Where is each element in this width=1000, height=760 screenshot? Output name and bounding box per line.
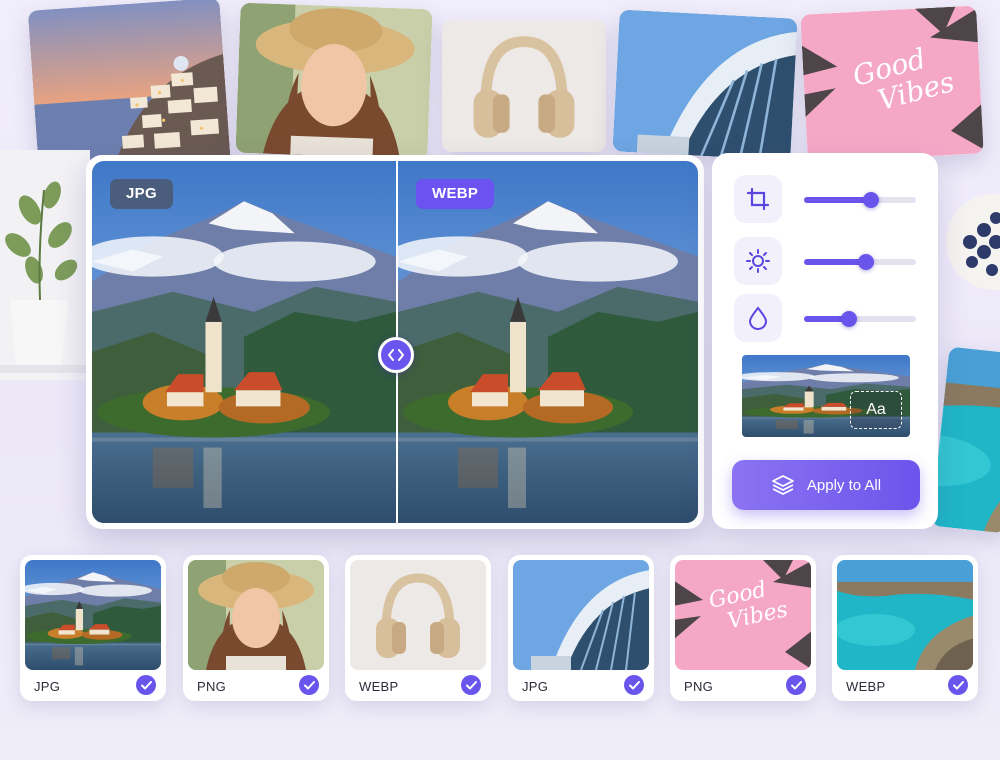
thumbnail-card[interactable]: WEBP [345, 555, 491, 701]
thumbnail-image-good-vibes: Good Vibes [675, 560, 811, 670]
after-image [398, 161, 698, 523]
thumbnail-format-label: JPG [522, 679, 549, 694]
bg-photo-good-vibes: Good Vibes [800, 5, 984, 163]
brightness-slider[interactable] [804, 254, 916, 270]
thumbnail-card[interactable]: WEBP [832, 555, 978, 701]
thumbnail-image-coast [837, 560, 973, 670]
right-format-badge: WEBP [416, 179, 495, 209]
apply-to-all-label: Apply to All [806, 476, 882, 494]
before-image [92, 161, 396, 523]
comparison-panel: JPG WEBP [86, 155, 704, 529]
checkmark-icon[interactable] [624, 675, 644, 695]
brightness-slider-knob[interactable] [857, 254, 874, 270]
thumbnail-format-label: PNG [684, 679, 714, 694]
checkmark-icon[interactable] [786, 675, 806, 695]
brightness-slider-fill [804, 259, 866, 265]
blueberries-bowl [944, 182, 1000, 302]
bg-photo-portrait [235, 2, 433, 160]
thumbnail-format-label: WEBP [359, 679, 399, 694]
thumbnail-card[interactable]: PNG [183, 555, 329, 701]
edit-settings-panel: Aa Apply to All [712, 153, 938, 529]
brightness-icon [745, 248, 771, 274]
checkmark-icon[interactable] [948, 675, 968, 695]
checkmark-icon[interactable] [136, 675, 156, 695]
crop-icon [746, 187, 770, 211]
thumbnail-image-portrait [188, 560, 324, 670]
crop-button[interactable] [734, 175, 782, 223]
thumbnail-card[interactable]: JPG [20, 555, 166, 701]
saturation-slider-knob[interactable] [840, 311, 857, 327]
text-overlay-preview: Aa [742, 355, 910, 437]
thumbnail-format-label: JPG [34, 679, 61, 694]
crop-slider-fill [804, 197, 872, 203]
code-brackets-icon [388, 349, 404, 361]
checkmark-icon[interactable] [461, 675, 481, 695]
thumbnail-format-label: PNG [197, 679, 227, 694]
bg-photo-coast [930, 346, 1000, 534]
comparison-slider-handle[interactable] [378, 337, 414, 373]
droplet-icon [747, 306, 769, 330]
thumbnail-format-label: WEBP [846, 679, 886, 694]
crop-slider[interactable] [804, 192, 916, 208]
brightness-button[interactable] [734, 237, 782, 285]
bg-photo-headphones [442, 20, 606, 152]
apply-to-all-button[interactable]: Apply to All [732, 460, 920, 510]
thumbnail-image-headphones [350, 560, 486, 670]
left-format-badge: JPG [110, 179, 173, 209]
thumbnail-card[interactable]: Good Vibes PNG [670, 555, 816, 701]
crop-slider-knob[interactable] [863, 192, 880, 208]
saturation-button[interactable] [734, 294, 782, 342]
text-overlay-box[interactable]: Aa [850, 391, 902, 429]
checkmark-icon[interactable] [299, 675, 319, 695]
layers-icon [771, 474, 795, 496]
thumbnail-image-lake-church [25, 560, 161, 670]
thumbnail-image-building [513, 560, 649, 670]
plant-decoration [0, 150, 90, 390]
bg-photo-building [612, 9, 798, 161]
saturation-slider[interactable] [804, 311, 916, 327]
thumbnail-card[interactable]: JPG [508, 555, 654, 701]
